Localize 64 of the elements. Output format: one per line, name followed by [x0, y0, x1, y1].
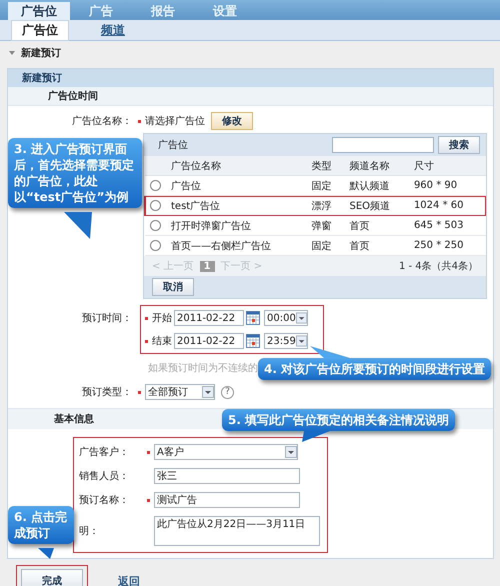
radio-button[interactable]	[150, 200, 161, 211]
time-select[interactable]: 00:00	[264, 310, 308, 326]
callout: 3. 进入广告预订界面后，首先选择需要预定的广告位，此处以“test广告位”为例	[8, 138, 142, 208]
radio-button[interactable]	[150, 220, 160, 231]
field-label: 明：	[79, 525, 100, 538]
callout-pointer	[310, 346, 350, 359]
input-field[interactable]: 测试广告	[154, 492, 300, 508]
column-header: 频道名称	[344, 156, 409, 176]
callout-pointer	[300, 431, 330, 443]
hint-text: 如果预订时间为不连续的	[148, 362, 258, 375]
table-cell: test广告位	[166, 196, 306, 216]
field-label: 预订时间：	[81, 312, 132, 325]
field-label: 销售人员：	[79, 470, 130, 483]
picker-title: 广告位	[158, 138, 189, 152]
search-field[interactable]	[332, 137, 434, 153]
field-label: 预订类型：	[81, 386, 133, 399]
collapse-toggle-icon[interactable]	[8, 49, 16, 57]
table-cell: 960 * 90	[408, 176, 486, 196]
column-header: 类型	[306, 156, 344, 176]
sub-tab[interactable]: 频道	[91, 20, 135, 40]
radio-button[interactable]	[150, 240, 160, 251]
table-cell: 首页	[344, 216, 409, 236]
help-icon[interactable]: ?	[221, 386, 234, 398]
table-cell: 弹窗	[306, 216, 344, 236]
type-select[interactable]: 全部预订	[145, 384, 215, 400]
column-header: 广告位名称	[166, 156, 306, 176]
table-cell: 打开时弹窗广告位	[166, 216, 306, 236]
time-select[interactable]: 23:59	[264, 333, 308, 349]
section-title: 新建预订	[21, 46, 61, 60]
input-field[interactable]: 张三	[154, 468, 300, 484]
callout: 5. 填写此广告位预定的相关备注情况说明	[222, 409, 456, 431]
back-link[interactable]: 返回	[118, 574, 140, 586]
field-value: 请选择广告位	[145, 114, 205, 128]
search-button[interactable]: 搜索	[438, 136, 480, 154]
field-label: 结束	[152, 334, 172, 348]
calendar-icon[interactable]	[246, 334, 260, 348]
cancel-button[interactable]: 取消	[152, 278, 194, 296]
date-field[interactable]: 2011-02-22	[174, 310, 244, 326]
field-label: 预订名称：	[79, 494, 130, 507]
field-label: 开始	[152, 312, 172, 325]
table-cell: 广告位	[166, 176, 306, 196]
radio-button[interactable]	[150, 180, 160, 191]
table-cell: SEO频道	[344, 196, 409, 216]
sub-tab[interactable]: 广告位	[11, 20, 69, 40]
textarea-field[interactable]: 此广告位从2月22日——3月11日	[154, 516, 320, 546]
record-count: 1 - 4条（共4条）	[398, 260, 478, 273]
callout: 4. 对该广告位所要预订的时间段进行设置	[258, 358, 492, 380]
panel-header: 新建预订	[8, 69, 493, 87]
callout-pointer	[36, 548, 56, 560]
nav-tab[interactable]: 广告位	[8, 2, 70, 20]
date-field[interactable]: 2011-02-22	[174, 333, 244, 349]
table-cell: 固定	[306, 176, 344, 196]
table-cell: 漂浮	[306, 196, 344, 216]
table-cell: 默认频道	[344, 176, 409, 196]
calendar-icon[interactable]	[246, 311, 260, 325]
field-label: 广告位名称：	[71, 114, 133, 128]
callout: 6. 点击完成预订	[8, 506, 74, 544]
modify-button[interactable]: 修改	[211, 112, 253, 130]
done-button[interactable]: 完成	[21, 569, 83, 586]
field-label: 广告客户：	[79, 446, 130, 459]
group-header: 广告位时间	[8, 87, 493, 106]
customer-select[interactable]: A客户	[154, 444, 298, 460]
column-header: 尺寸	[408, 156, 486, 176]
table-cell: 645 * 503	[408, 216, 486, 236]
